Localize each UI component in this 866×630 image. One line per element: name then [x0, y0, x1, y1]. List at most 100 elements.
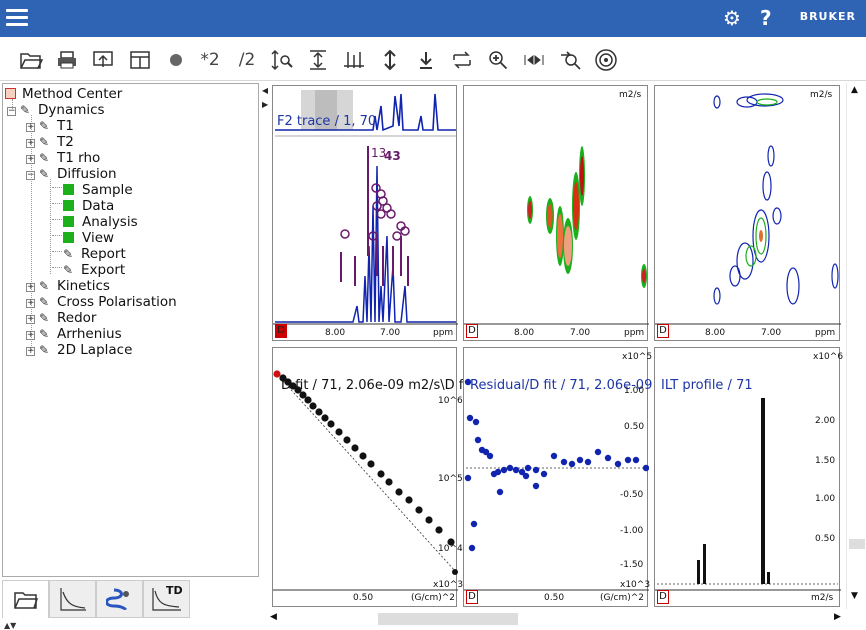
- print-icon[interactable]: [54, 47, 80, 73]
- tree-label: Sample: [82, 182, 133, 198]
- horizontal-scrollbar[interactable]: ◀ ▶: [268, 610, 844, 628]
- x-unit: ppm: [433, 328, 454, 338]
- help-icon[interactable]: ?: [760, 6, 772, 30]
- vertical-zoom-icon[interactable]: [269, 47, 295, 73]
- tree-label: Analysis: [82, 214, 138, 230]
- pen-icon: ✎: [39, 279, 50, 293]
- scroll-left-icon[interactable]: ◀: [270, 612, 277, 622]
- export-screen-icon[interactable]: [90, 47, 116, 73]
- y-tick: 1.00: [815, 494, 836, 504]
- tree-root[interactable]: Method Center: [5, 86, 122, 102]
- tab-td[interactable]: TD: [143, 580, 190, 618]
- tree-item-t2[interactable]: + ✎ T2: [26, 134, 74, 150]
- move-down-icon[interactable]: [413, 47, 439, 73]
- menu-icon[interactable]: [6, 9, 28, 27]
- open-folder-icon[interactable]: [18, 47, 44, 73]
- expand-icon[interactable]: +: [26, 139, 35, 148]
- pen-icon: ✎: [63, 247, 74, 261]
- display-tag[interactable]: D: [466, 324, 478, 338]
- expand-icon[interactable]: +: [26, 331, 35, 340]
- pen-icon: ✎: [20, 103, 31, 117]
- expand-icon[interactable]: +: [26, 123, 35, 132]
- panel-dosy-contour[interactable]: m2/s 8.00 7.00 ppm D: [463, 85, 649, 341]
- expand-icon[interactable]: +: [26, 283, 35, 292]
- x-unit: ppm: [624, 328, 645, 338]
- scale-down-button[interactable]: /2: [232, 47, 262, 73]
- method-tree-panel: Method Center − ✎ Dynamics + ✎ T1 + ✎ T2 + ✎ T1 …: [2, 83, 259, 577]
- panel-residual[interactable]: x10^5 Residual/D fit / 71, 2.06e-09 1.00…: [463, 347, 652, 607]
- x-tick: 0.50: [544, 593, 565, 603]
- record-dot-icon[interactable]: [163, 47, 189, 73]
- panel-laplace-contour[interactable]: m2/s 8.00 7.00 ppm D: [654, 85, 841, 341]
- tree-item-2d-laplace[interactable]: + ✎ 2D Laplace: [26, 342, 132, 358]
- target-icon[interactable]: [593, 47, 619, 73]
- collapse-icon[interactable]: −: [7, 107, 16, 116]
- reset-zoom-icon[interactable]: [449, 47, 475, 73]
- scroll-thumb[interactable]: [378, 613, 518, 625]
- tree-label: T1: [57, 118, 74, 134]
- tree-item-t1rho[interactable]: + ✎ T1 rho: [26, 150, 100, 166]
- tree-label: 2D Laplace: [57, 342, 133, 358]
- pen-icon: ✎: [39, 135, 50, 149]
- panel-title: F2 trace / 1, 70: [277, 114, 377, 129]
- x-unit: m2/s: [811, 593, 834, 603]
- zoom-in-icon[interactable]: [485, 47, 511, 73]
- tree-item-report[interactable]: ✎ Report: [63, 246, 126, 262]
- display-tag[interactable]: D: [657, 324, 669, 338]
- vertical-shift-icon[interactable]: [377, 47, 403, 73]
- expand-icon[interactable]: +: [26, 347, 35, 356]
- x-tick: 8.00: [325, 328, 346, 338]
- scroll-right-icon[interactable]: ▶: [834, 612, 841, 622]
- x-tick: 8.00: [705, 328, 726, 338]
- tree-item-t1[interactable]: + ✎ T1: [26, 118, 74, 134]
- vertical-scrollbar[interactable]: ▲ ▼: [846, 83, 865, 609]
- tree-item-view[interactable]: View: [63, 230, 114, 246]
- baseline-icon[interactable]: [341, 47, 367, 73]
- horizontal-compress-icon[interactable]: [521, 47, 547, 73]
- tree-item-export[interactable]: ✎ Export: [63, 262, 125, 278]
- tree-item-sample[interactable]: Sample: [63, 182, 133, 198]
- expand-icon[interactable]: +: [26, 155, 35, 164]
- panel-d-fit[interactable]: D fit / 71, 2.06e-09 m2/s\D f 10^6 10^5 …: [272, 347, 463, 607]
- y-tick: 10^5: [438, 474, 463, 484]
- layout-grid-icon[interactable]: [127, 47, 153, 73]
- tab-files[interactable]: [2, 580, 49, 618]
- decay-curve-icon: [59, 588, 86, 611]
- fit-vertical-icon[interactable]: [305, 47, 331, 73]
- y-tick: 1.50: [815, 456, 836, 466]
- tree-item-redor[interactable]: + ✎ Redor: [26, 310, 96, 326]
- scale-up-button[interactable]: *2: [195, 47, 225, 73]
- display-tag[interactable]: D: [657, 590, 669, 604]
- scroll-down-icon[interactable]: ▼: [851, 591, 858, 601]
- tab-molecule[interactable]: [96, 580, 143, 618]
- y-tick: -0.50: [620, 490, 644, 500]
- tree-item-kinetics[interactable]: + ✎ Kinetics: [26, 278, 110, 294]
- peak-label: 43: [384, 149, 401, 163]
- scroll-thumb[interactable]: [849, 539, 865, 549]
- bottom-tabs: TD: [2, 580, 259, 618]
- panel-ilt-profile[interactable]: x10^6 ILT profile / 71 2.00 1.50 1.00 0.…: [654, 347, 843, 607]
- expand-icon[interactable]: +: [26, 299, 35, 308]
- collapse-icon[interactable]: −: [26, 171, 35, 180]
- settings-gear-icon[interactable]: ⚙: [723, 6, 741, 30]
- x-tick: 7.00: [570, 328, 591, 338]
- tree-item-dynamics[interactable]: − ✎ Dynamics: [7, 102, 105, 118]
- tree-item-arrhenius[interactable]: + ✎ Arrhenius: [26, 326, 122, 342]
- pen-icon: ✎: [39, 327, 50, 341]
- tree-item-diffusion[interactable]: − ✎ Diffusion: [26, 166, 117, 182]
- display-tag[interactable]: D: [466, 590, 478, 604]
- zoom-undo-icon[interactable]: [557, 47, 583, 73]
- tree-label: View: [82, 230, 115, 246]
- y-tick: 1.00: [624, 386, 645, 396]
- tree-item-analysis[interactable]: Analysis: [63, 214, 138, 230]
- tree-item-cross-polarisation[interactable]: + ✎ Cross Polarisation: [26, 294, 177, 310]
- display-tag[interactable]: D: [275, 324, 287, 338]
- tree-item-data[interactable]: Data: [63, 198, 114, 214]
- plot-area: F2 trace / 1, 70 13 43 8.00 7.00 ppm D m…: [268, 83, 844, 609]
- y-tick: -1.50: [620, 560, 644, 570]
- scroll-up-icon[interactable]: ▲: [851, 85, 858, 95]
- panel-f2-trace[interactable]: F2 trace / 1, 70 13 43 8.00 7.00 ppm D: [272, 85, 458, 341]
- expand-icon[interactable]: +: [26, 315, 35, 324]
- x-unit: (G/cm)^2: [600, 593, 645, 603]
- tab-curve[interactable]: [49, 580, 96, 618]
